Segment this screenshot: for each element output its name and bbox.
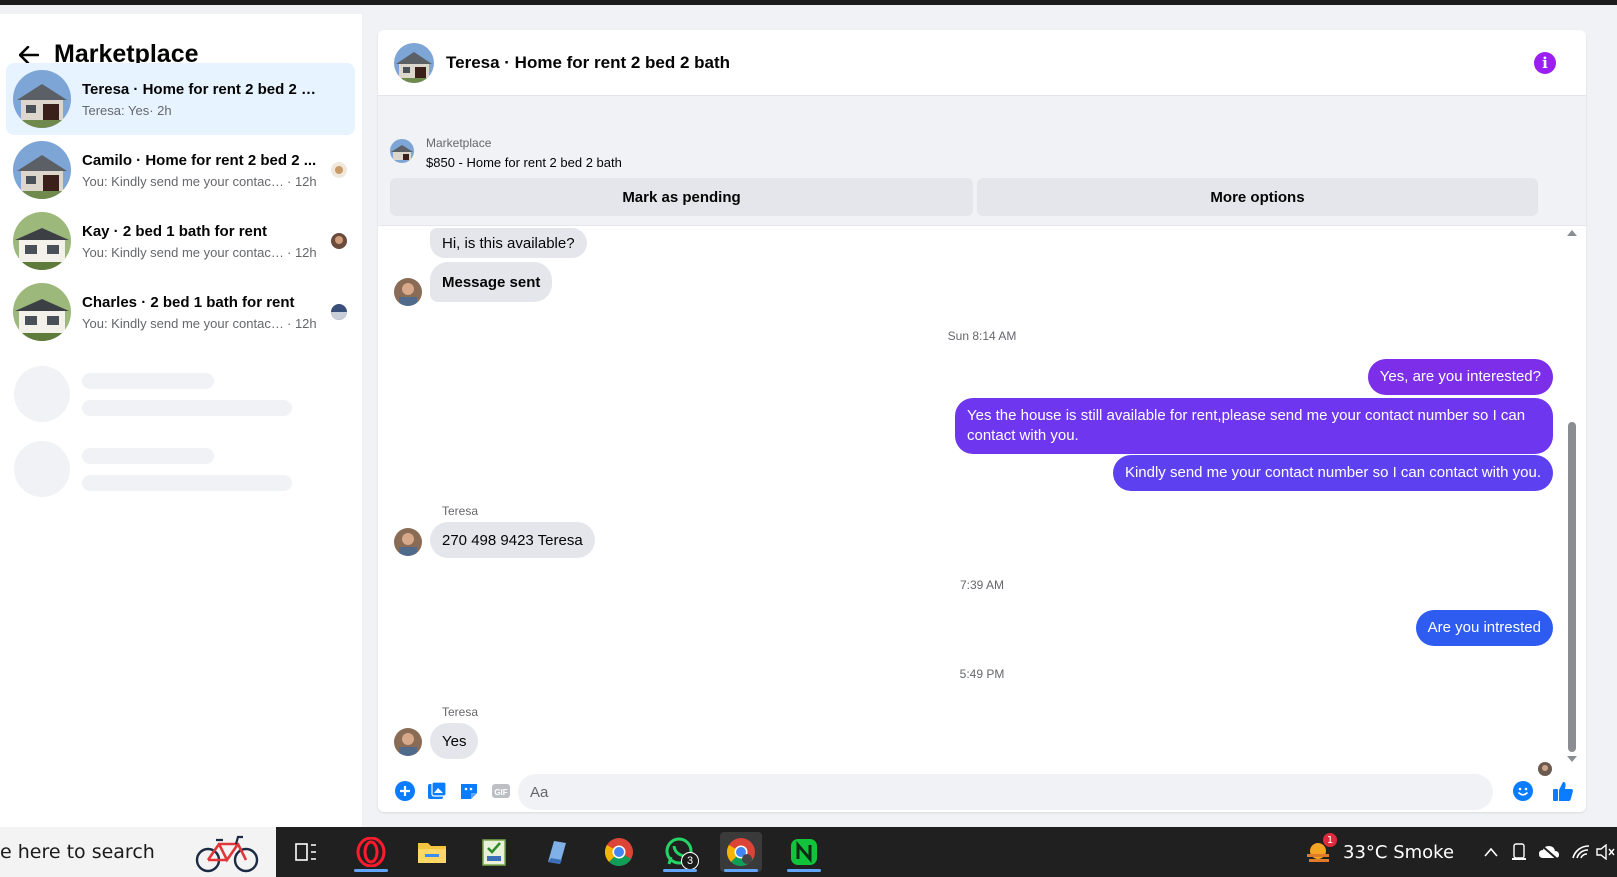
loading-placeholder-avatar [14,441,70,497]
conversation-item-teresa[interactable]: Teresa · Home for rent 2 bed 2 bath Tere… [6,63,355,135]
message-bubble-outgoing: Kindly send me your contact number so I … [1112,455,1553,491]
message-scrollbar[interactable] [1566,226,1578,776]
house-thumbnail-avatar [13,283,71,341]
active-app-indicator [724,869,758,872]
chrome-browser-icon[interactable] [598,832,640,872]
file-explorer-icon[interactable] [411,832,453,872]
seen-avatar [331,304,347,320]
task-view-icon[interactable] [285,832,327,872]
loading-placeholder-avatar [14,366,70,422]
whatsapp-notification-badge: 3 [681,852,699,870]
n-app-icon[interactable] [783,832,825,872]
loading-placeholder-bar [82,373,214,389]
editor-app-icon[interactable] [535,832,577,872]
teresa-avatar [394,528,422,556]
sticker-icon[interactable] [458,780,480,802]
timestamp-divider: 7:39 AM [959,578,1005,592]
conversation-item-camilo[interactable]: Camilo · Home for rent 2 bed 2 ... You: … [6,134,355,206]
conversation-snippet: Teresa: Yes [82,102,150,118]
loading-placeholder-bar [82,448,214,464]
message-list: Hi, is this available? Message sent Sun … [378,226,1586,776]
scrollbar-thumb[interactable] [1568,422,1576,752]
conversation-snippet: You: Kindly send me your contact ... [82,173,287,189]
message-bubble-incoming: Message sent [430,262,553,302]
message-bubble-incoming: Hi, is this available? [430,228,587,258]
sender-name: Teresa [442,705,479,719]
bicycle-icon [192,832,262,877]
house-thumbnail-avatar [13,212,71,270]
whatsapp-icon[interactable]: 3 [659,832,701,872]
message-input[interactable] [518,774,1493,810]
taskbar-search-box[interactable]: e here to search [0,827,276,877]
chat-header: Teresa · Home for rent 2 bed 2 bath i [378,30,1586,96]
like-thumbs-up-icon[interactable] [1552,780,1574,802]
message-bubble-outgoing: Yes the house is still available for ren… [955,398,1553,454]
seen-avatar [331,162,347,178]
scroll-down-arrow[interactable] [1567,756,1577,762]
speaker-muted-icon[interactable] [1596,841,1616,863]
conversation-item-kay[interactable]: Kay · 2 bed 1 bath for rent You: Kindly … [6,205,355,277]
message-bubble-outgoing: Are you intrested [1415,610,1553,646]
house-thumbnail-avatar[interactable] [394,42,434,83]
add-plus-icon[interactable] [394,780,416,802]
conversation-sidebar: Marketplace Teresa · Home for rent 2 bed… [0,14,362,827]
weather-sun-icon: 1 [1305,833,1337,867]
chat-title: Teresa · Home for rent 2 bed 2 bath [446,52,731,72]
photo-attach-icon[interactable] [426,780,448,802]
chevron-up-icon[interactable] [1480,841,1502,863]
seen-avatar [331,233,347,249]
timestamp-divider: 5:49 PM [959,667,1005,681]
browser-top-bar [0,0,1617,5]
gif-icon[interactable]: GIF [490,780,512,802]
device-icon[interactable] [1508,841,1530,863]
loading-placeholder-bar [82,475,292,491]
scroll-up-arrow[interactable] [1567,230,1577,236]
more-options-button[interactable]: More options [977,178,1538,216]
conversation-title: Kay · 2 bed 1 bath for rent [82,222,268,240]
timestamp-divider: Sun 8:14 AM [947,329,1017,343]
conversation-time: · 2h [149,102,172,118]
cloud-offline-icon[interactable] [1538,841,1560,863]
message-composer: GIF [378,772,1586,812]
active-app-indicator [663,869,697,872]
conversation-title: Camilo · Home for rent 2 bed 2 ... [82,151,317,169]
loading-placeholder-bar [82,400,292,416]
message-bubble-outgoing: Yes, are you interested? [1367,359,1553,395]
message-bubble-incoming: Yes [430,723,479,759]
listing-banner: Marketplace $850 - Home for rent 2 bed 2… [378,96,1586,226]
wifi-icon[interactable] [1570,841,1592,863]
mark-as-pending-button[interactable]: Mark as pending [390,178,973,216]
conversation-snippet: You: Kindly send me your contact ... [82,315,287,331]
teresa-avatar [394,728,422,756]
taskbar-search-placeholder: e here to search [0,841,155,863]
listing-source-label: Marketplace [426,136,492,150]
teresa-avatar [394,278,422,306]
message-bubble-incoming: 270 498 9423 Teresa [430,522,595,558]
conversation-title: Charles · 2 bed 1 bath for rent [82,293,295,311]
svg-text:GIF: GIF [494,788,507,797]
opera-browser-icon[interactable] [350,832,392,872]
house-thumbnail-avatar [13,70,71,128]
chat-panel: Teresa · Home for rent 2 bed 2 bath i Ma… [378,30,1586,812]
weather-widget[interactable]: 1 33°C Smoke [1305,827,1454,877]
chrome-active-window-icon[interactable] [720,832,762,872]
active-app-indicator [354,869,388,872]
emoji-icon[interactable] [1512,780,1534,802]
listing-price-title[interactable]: $850 - Home for rent 2 bed 2 bath [426,155,622,170]
weather-alert-badge: 1 [1323,833,1337,847]
conversation-time: · 12h [287,244,317,260]
conversation-title: Teresa · Home for rent 2 bed 2 bath [82,80,318,98]
conversation-time: · 12h [287,315,317,331]
listing-thumbnail[interactable] [390,139,414,163]
weather-text: 33°C Smoke [1343,841,1455,863]
house-thumbnail-avatar [13,141,71,199]
conversation-snippet: You: Kindly send me your contact ... [82,244,287,260]
active-app-indicator [787,869,821,872]
info-icon[interactable]: i [1534,52,1556,74]
conversation-time: · 12h [287,173,317,189]
conversation-item-charles[interactable]: Charles · 2 bed 1 bath for rent You: Kin… [6,276,355,348]
windows-taskbar: e here to search 3 1 33°C Smoke [0,827,1617,877]
notepad-app-icon[interactable] [473,832,515,872]
sender-name: Teresa [442,504,479,518]
